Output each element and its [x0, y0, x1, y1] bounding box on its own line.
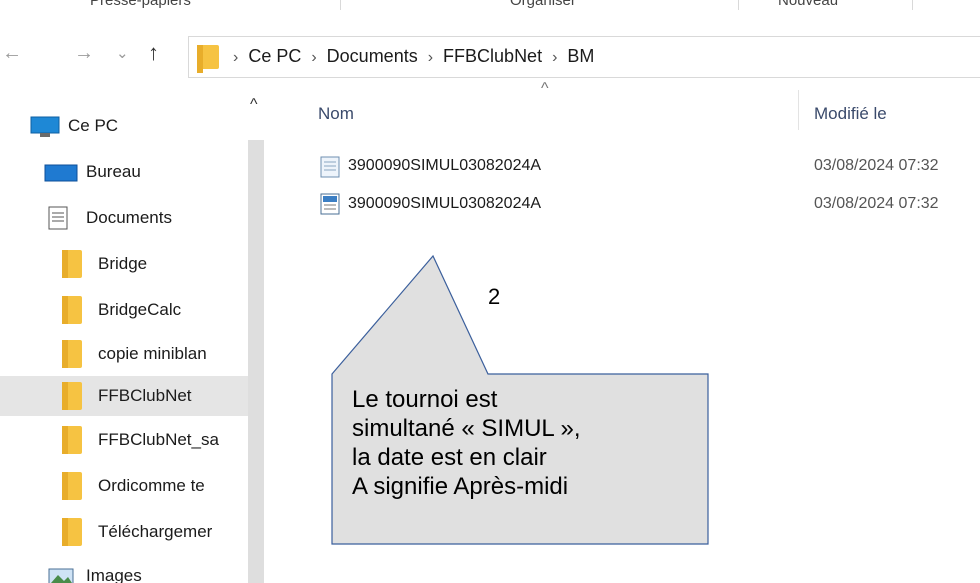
callout-line: Le tournoi est	[352, 386, 498, 413]
callout-line: simultané « SIMUL »,	[352, 415, 581, 442]
callout-line: A signifie Après-midi	[352, 473, 569, 500]
annotation-number: 2	[488, 284, 501, 309]
callout-line: la date est en clair	[352, 444, 547, 471]
callout-text: Le tournoi est simultané « SIMUL », la d…	[352, 385, 692, 501]
